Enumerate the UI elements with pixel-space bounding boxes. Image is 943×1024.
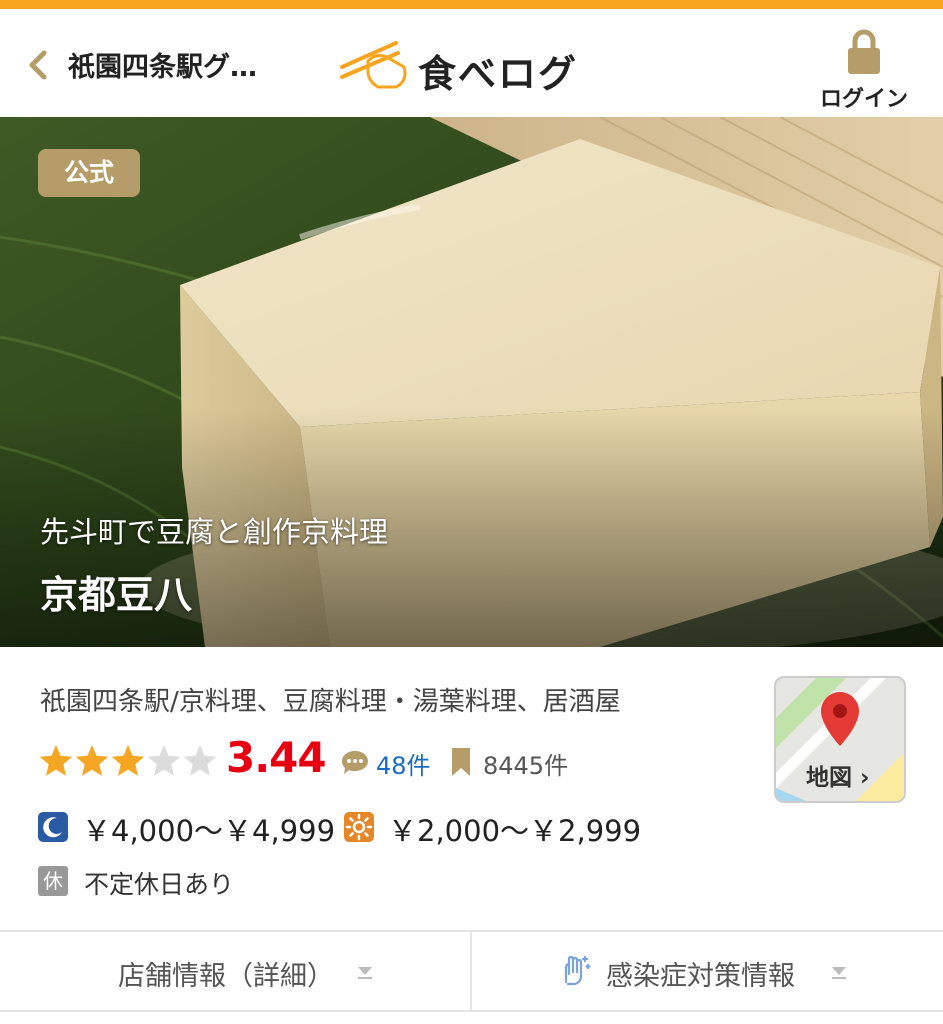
- star-filled-icon: [111, 745, 145, 776]
- shop-summary: 祇園四条駅/京料理、豆腐料理・湯葉料理、居酒屋 地図 › 3.44 48件 84…: [0, 647, 943, 930]
- tab-covid-info-label: 感染症対策情報: [606, 961, 795, 992]
- breadcrumb[interactable]: 祇園四条駅グ…: [68, 45, 257, 84]
- map-label: 地図 ›: [806, 765, 870, 791]
- chevron-down-icon: [832, 967, 846, 979]
- rating-stars: [39, 745, 217, 776]
- sun-icon: [344, 812, 374, 842]
- star-empty-icon: [183, 745, 217, 776]
- star-filled-icon: [75, 745, 109, 776]
- shop-category: 祇園四条駅/京料理、豆腐料理・湯葉料理、居酒屋: [40, 687, 621, 717]
- moon-icon: [38, 812, 68, 842]
- save-count: 8445件: [483, 752, 569, 780]
- rating-score: 3.44: [226, 733, 327, 782]
- chevron-left-icon: [29, 50, 47, 80]
- login-button[interactable]: ログイン: [808, 23, 920, 112]
- lock-icon: [848, 29, 880, 74]
- holiday-icon: 休: [38, 866, 68, 896]
- chevron-down-icon: [358, 967, 372, 979]
- app-header: 祇園四条駅グ… 食べログ ログイン: [0, 9, 943, 117]
- tab-shop-info[interactable]: 店舗情報（詳細）: [0, 932, 470, 1010]
- dinner-price: ￥4,000～￥4,999: [82, 814, 336, 848]
- shop-tagline: 先斗町で豆腐と創作京料理: [40, 515, 389, 549]
- shop-name: 京都豆八: [40, 573, 193, 617]
- review-count-link[interactable]: 48件: [376, 746, 431, 781]
- map-button[interactable]: 地図 ›: [774, 676, 906, 803]
- hero-image: 公式 先斗町で豆腐と創作京料理 京都豆八: [0, 117, 943, 647]
- star-empty-icon: [147, 745, 181, 776]
- top-accent-bar: [0, 0, 943, 9]
- detail-tabs: 店舗情報（詳細） 感染症対策情報: [0, 930, 943, 1012]
- tab-shop-info-label: 店舗情報（詳細）: [118, 961, 334, 992]
- star-filled-icon: [39, 745, 73, 776]
- bookmark-icon: [452, 748, 470, 776]
- back-button[interactable]: [24, 45, 54, 85]
- tab-covid-info[interactable]: 感染症対策情報: [472, 932, 943, 1010]
- hands-sparkle-icon: [564, 955, 591, 986]
- holiday-text: 不定休日あり: [84, 870, 235, 899]
- lunch-price: ￥2,000～￥2,999: [388, 814, 642, 848]
- map-pin-icon: [821, 692, 859, 746]
- comment-icon: [342, 751, 368, 774]
- logo-text: 食べログ: [418, 52, 579, 96]
- tabelog-logo[interactable]: 食べログ: [338, 37, 578, 97]
- official-badge: 公式: [38, 149, 140, 197]
- login-label: ログイン: [819, 87, 908, 112]
- chopsticks-icon: [340, 41, 407, 89]
